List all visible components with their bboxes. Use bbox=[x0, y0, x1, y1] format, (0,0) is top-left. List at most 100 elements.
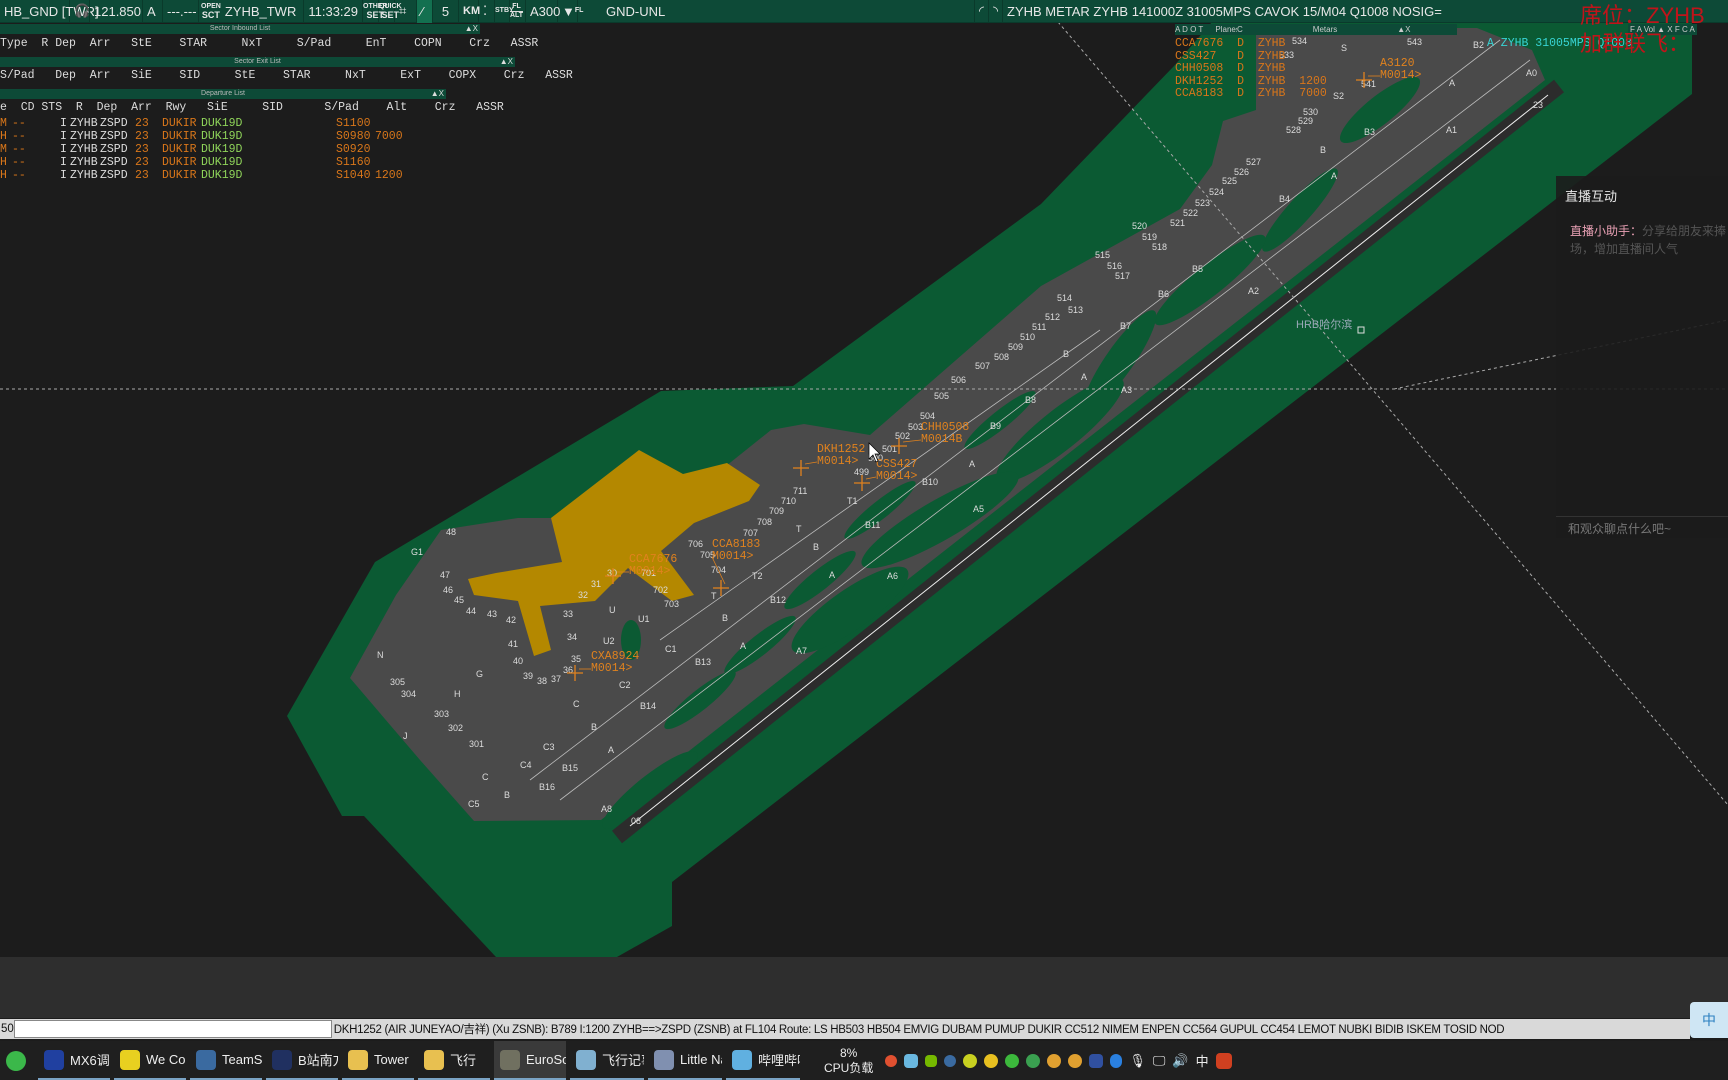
cell-type[interactable]: H bbox=[0, 130, 7, 143]
radar-map[interactable]: G14847464544 4342414039 38 3736353433323130… bbox=[0, 23, 1728, 957]
cell-dep[interactable]: ZYHB bbox=[70, 143, 98, 156]
chat-input[interactable]: 和观众聊点什么吧~ bbox=[1568, 520, 1671, 537]
cell-rwy[interactable]: 23 bbox=[135, 143, 149, 156]
aircraft-tag[interactable]: M0014> bbox=[876, 470, 918, 483]
tray-app2-icon[interactable] bbox=[944, 1054, 957, 1067]
aircraft-tag[interactable]: M0014> bbox=[1380, 69, 1422, 82]
atis-letter[interactable]: A bbox=[143, 0, 163, 23]
aircraft-tag[interactable]: M0014> bbox=[817, 455, 859, 468]
aircraft-tag[interactable]: M0014> bbox=[712, 550, 754, 563]
aircraft-tag[interactable]: M0014B bbox=[921, 433, 963, 446]
cell-r[interactable]: I bbox=[60, 156, 67, 169]
cell-sid[interactable]: DUK19D bbox=[201, 117, 242, 130]
taskbar-item[interactable]: 哔哩哔哩直... bbox=[726, 1041, 800, 1080]
taskbar-item[interactable]: EuroScope ... bbox=[494, 1041, 566, 1080]
dots-icon[interactable]: ⁚ bbox=[479, 0, 495, 23]
cell-arr[interactable]: ZSPD bbox=[100, 143, 128, 156]
station-selector[interactable]: OPEN SCT ZYHB_TWR bbox=[199, 0, 304, 23]
cell-cd[interactable]: -- bbox=[12, 143, 26, 156]
cell-sid[interactable]: DUK19D bbox=[201, 156, 242, 169]
frequency[interactable]: 121.850 bbox=[90, 0, 143, 23]
collapse-close-icons[interactable]: ▲X bbox=[431, 89, 444, 99]
cell-type[interactable]: H bbox=[0, 156, 7, 169]
aircraft-tag[interactable]: M0014> bbox=[591, 662, 633, 675]
cell-crz[interactable]: S1160 bbox=[336, 156, 371, 169]
taskbar-item[interactable]: Tower bbox=[342, 1041, 414, 1080]
cell-arr[interactable]: ZSPD bbox=[100, 169, 128, 182]
tray-nvidia-icon[interactable] bbox=[925, 1054, 938, 1067]
cell-r[interactable]: I bbox=[60, 117, 67, 130]
cell-dep[interactable]: ZYHB bbox=[70, 117, 98, 130]
cell-sid[interactable]: DUK19D bbox=[201, 130, 242, 143]
cell-assr[interactable]: 1200 bbox=[375, 169, 403, 182]
other-set-button[interactable]: OTHER SET bbox=[363, 0, 388, 23]
tray-qq2-icon[interactable] bbox=[1068, 1053, 1083, 1068]
cell-rwy[interactable]: 23 bbox=[135, 117, 149, 130]
cell-type[interactable]: H bbox=[0, 169, 7, 182]
metars-button[interactable]: C bbox=[1237, 25, 1243, 34]
cell-cd[interactable]: -- bbox=[12, 117, 26, 130]
cell-sie[interactable]: DUKIR bbox=[162, 143, 197, 156]
transition-altitude[interactable]: A300 bbox=[526, 0, 560, 23]
map-tool-icon[interactable]: ⌗ bbox=[395, 0, 417, 23]
plane-row[interactable]: CCA8183 D ZYHB 7000 bbox=[1175, 87, 1327, 101]
cell-dep[interactable]: ZYHB bbox=[70, 156, 98, 169]
cell-arr[interactable]: ZSPD bbox=[100, 117, 128, 130]
taskbar-item[interactable]: We Collide ... bbox=[114, 1041, 186, 1080]
ime-indicator[interactable]: 中 bbox=[1196, 1051, 1209, 1070]
stby-button[interactable]: STBY bbox=[495, 0, 514, 23]
tray-music-icon[interactable] bbox=[984, 1053, 999, 1068]
taskbar-item[interactable]: TeamSpeak... bbox=[190, 1041, 262, 1080]
microphone-icon[interactable]: 🎙 bbox=[1129, 1053, 1146, 1069]
cell-arr[interactable]: ZSPD bbox=[100, 156, 128, 169]
cell-sie[interactable]: DUKIR bbox=[162, 117, 197, 130]
taskbar-item[interactable]: MX6调音台 bbox=[38, 1041, 110, 1080]
sector-exit-header[interactable]: Sector Exit List ▲X bbox=[0, 57, 515, 67]
cell-assr[interactable]: 7000 bbox=[375, 130, 403, 143]
taskbar-item[interactable]: Little Navm... bbox=[648, 1041, 722, 1080]
sector-inbound-header[interactable]: Sector Inbound List ▲X bbox=[0, 24, 480, 34]
cell-cd[interactable]: -- bbox=[12, 130, 26, 143]
callsign-button[interactable]: HB_GND [TWR] bbox=[0, 0, 99, 23]
altitude-filter[interactable]: GND-UNL bbox=[578, 0, 975, 23]
cell-dep[interactable]: ZYHB bbox=[70, 169, 98, 182]
fl-alt-button[interactable]: FL ALT bbox=[510, 0, 526, 23]
browser-icon[interactable] bbox=[0, 1041, 34, 1080]
cell-crz[interactable]: S0980 bbox=[336, 130, 371, 143]
command-input[interactable] bbox=[13, 1020, 332, 1038]
cell-crz[interactable]: S0920 bbox=[336, 143, 371, 156]
cell-rwy[interactable]: 23 bbox=[135, 169, 149, 182]
metars-header[interactable]: C Metars ▲X bbox=[1237, 24, 1457, 35]
tray-app4-icon[interactable] bbox=[1026, 1053, 1041, 1068]
cell-r[interactable]: I bbox=[60, 130, 67, 143]
quick-set-button[interactable]: QUICK SET bbox=[379, 0, 402, 23]
tray-qq-icon[interactable] bbox=[1047, 1053, 1062, 1068]
bluetooth-icon[interactable] bbox=[1110, 1053, 1123, 1068]
cell-rwy[interactable]: 23 bbox=[135, 156, 149, 169]
cell-crz[interactable]: S1100 bbox=[336, 117, 371, 130]
cell-r[interactable]: I bbox=[60, 169, 67, 182]
arc-tool-2-icon[interactable]: ◝ bbox=[989, 0, 1003, 23]
taskbar-item[interactable]: B站南方253... bbox=[266, 1041, 338, 1080]
cell-crz[interactable]: S1040 bbox=[336, 169, 371, 182]
aircraft-tag[interactable]: M0014> bbox=[629, 565, 671, 578]
ime-float-button[interactable]: 中 bbox=[1690, 1002, 1728, 1038]
headset-icon[interactable]: 🎧 bbox=[70, 0, 90, 23]
cell-type[interactable]: M bbox=[0, 117, 7, 130]
cell-sid[interactable]: DUK19D bbox=[201, 169, 242, 182]
secondary-frequency[interactable]: ---.--- bbox=[163, 0, 199, 23]
tray-bilibili-icon[interactable] bbox=[904, 1053, 919, 1068]
plane-row[interactable]: CCA7676 D ZYHB bbox=[1175, 37, 1327, 51]
ruler-icon[interactable]: ⁄ bbox=[417, 0, 433, 23]
filter-icon[interactable]: ▼ FL bbox=[558, 0, 583, 23]
tray-app5-icon[interactable] bbox=[1215, 1052, 1232, 1069]
cell-sie[interactable]: DUKIR bbox=[162, 130, 197, 143]
cell-dep[interactable]: ZYHB bbox=[70, 130, 98, 143]
cell-type[interactable]: M bbox=[0, 143, 7, 156]
cpu-meter[interactable]: 8% CPU负载 bbox=[824, 1046, 873, 1076]
unit-toggle[interactable]: KM bbox=[459, 0, 480, 23]
cell-sie[interactable]: DUKIR bbox=[162, 169, 197, 182]
open-sct-button[interactable]: OPEN SCT bbox=[201, 3, 221, 20]
collapse-close-icons[interactable]: ▲X bbox=[465, 24, 478, 34]
volume-icon[interactable]: 🔊 bbox=[1172, 1053, 1188, 1069]
